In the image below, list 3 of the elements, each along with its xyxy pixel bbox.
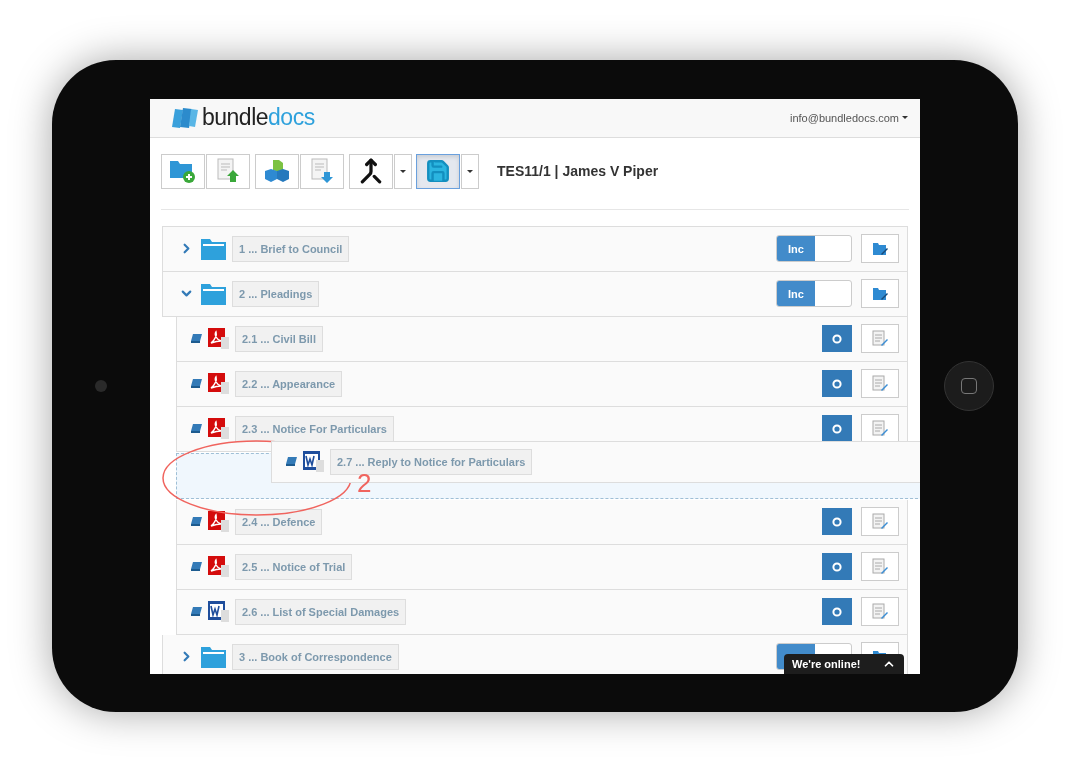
logo-text: bundledocs bbox=[202, 104, 315, 131]
bundle-title: TES11/1 | James V Piper bbox=[497, 163, 659, 179]
document-label: 2.7 ... Reply to Notice for Particulars bbox=[330, 448, 533, 475]
